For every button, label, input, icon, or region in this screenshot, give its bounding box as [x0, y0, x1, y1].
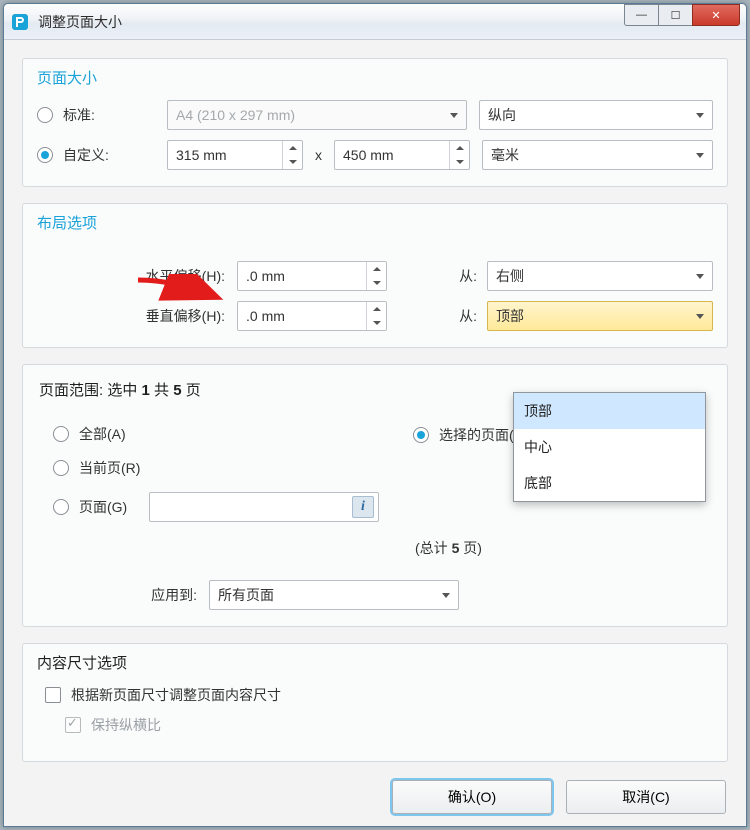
spin-up-icon[interactable] — [367, 262, 386, 276]
label-total-pages: (总计 5 页) — [415, 540, 482, 556]
label-h-offset: 水平偏移(H): — [37, 266, 237, 286]
select-orientation-value: 纵向 — [488, 105, 516, 125]
group-layout: 布局选项 水平偏移(H): .0 mm 从: 右侧 垂直偏移(H): .0 mm — [22, 203, 728, 348]
app-icon — [10, 12, 30, 32]
label-all-pages: 全部(A) — [79, 424, 126, 444]
select-unit[interactable]: 毫米 — [482, 140, 713, 170]
select-h-from-value: 右侧 — [496, 266, 524, 286]
spin-down-icon[interactable] — [367, 316, 386, 330]
label-keep-aspect: 保持纵横比 — [91, 715, 161, 735]
select-unit-value: 毫米 — [491, 145, 519, 165]
input-height[interactable]: 450 mm — [334, 140, 470, 170]
label-from-v: 从: — [387, 306, 487, 326]
select-orientation[interactable]: 纵向 — [479, 100, 713, 130]
label-standard: 标准: — [63, 105, 95, 125]
radio-pages[interactable] — [53, 499, 69, 515]
spin-down-icon[interactable] — [283, 155, 302, 169]
dropdown-item[interactable]: 顶部 — [514, 393, 705, 429]
input-h-offset[interactable]: .0 mm — [237, 261, 387, 291]
label-current-page: 当前页(R) — [79, 458, 140, 478]
dropdown-item[interactable]: 底部 — [514, 465, 705, 501]
input-v-offset[interactable]: .0 mm — [237, 301, 387, 331]
input-width-value: 315 mm — [176, 147, 227, 163]
select-v-from[interactable]: 顶部 — [487, 301, 713, 331]
chevron-down-icon — [696, 113, 704, 118]
input-h-offset-value: .0 mm — [246, 268, 285, 284]
label-v-offset: 垂直偏移(H): — [37, 306, 237, 326]
chevron-down-icon — [442, 593, 450, 598]
label-apply-to: 应用到: — [37, 585, 209, 605]
select-apply-to[interactable]: 所有页面 — [209, 580, 459, 610]
maximize-button[interactable]: ☐ — [658, 4, 692, 26]
radio-custom[interactable] — [37, 147, 53, 163]
checkbox-keep-aspect — [65, 717, 81, 733]
radio-selected-pages[interactable] — [413, 427, 429, 443]
group-page-size: 页面大小 标准: A4 (210 x 297 mm) 纵向 — [22, 58, 728, 187]
spin-up-icon[interactable] — [450, 141, 469, 155]
label-custom: 自定义: — [63, 145, 109, 165]
label-resize-content: 根据新页面尺寸调整页面内容尺寸 — [71, 685, 281, 705]
label-x: x — [315, 147, 322, 163]
chevron-down-icon — [450, 113, 458, 118]
select-h-from[interactable]: 右侧 — [487, 261, 713, 291]
group-title-layout: 布局选项 — [37, 212, 713, 233]
info-icon[interactable]: i — [352, 496, 374, 518]
select-apply-to-value: 所有页面 — [218, 585, 274, 605]
cancel-button[interactable]: 取消(C) — [566, 780, 726, 814]
minimize-button[interactable]: — — [624, 4, 658, 26]
dropdown-v-from: 顶部 中心 底部 — [513, 392, 706, 502]
label-pages: 页面(G) — [79, 497, 149, 517]
radio-all-pages[interactable] — [53, 426, 69, 442]
group-title-content-size: 内容尺寸选项 — [37, 652, 713, 673]
chevron-down-icon — [696, 153, 704, 158]
input-height-value: 450 mm — [343, 147, 394, 163]
dialog-buttons: 确认(O) 取消(C) — [4, 780, 746, 814]
ok-button[interactable]: 确认(O) — [392, 780, 552, 814]
radio-standard[interactable] — [37, 107, 53, 123]
group-content-size: 内容尺寸选项 根据新页面尺寸调整页面内容尺寸 保持纵横比 — [22, 643, 728, 762]
input-pages[interactable]: i — [149, 492, 379, 522]
dialog-content: 页面大小 标准: A4 (210 x 297 mm) 纵向 — [4, 40, 746, 826]
chevron-down-icon — [696, 274, 704, 279]
titlebar: 调整页面大小 — ☐ ✕ — [4, 4, 746, 40]
select-v-from-value: 顶部 — [496, 306, 524, 326]
select-page-preset[interactable]: A4 (210 x 297 mm) — [167, 100, 467, 130]
input-v-offset-value: .0 mm — [246, 308, 285, 324]
group-title-page-size: 页面大小 — [37, 67, 713, 88]
spin-up-icon[interactable] — [367, 302, 386, 316]
spin-down-icon[interactable] — [367, 276, 386, 290]
input-width[interactable]: 315 mm — [167, 140, 303, 170]
dropdown-item[interactable]: 中心 — [514, 429, 705, 465]
checkbox-resize-content[interactable] — [45, 687, 61, 703]
label-from-h: 从: — [387, 266, 487, 286]
spin-up-icon[interactable] — [283, 141, 302, 155]
radio-current-page[interactable] — [53, 460, 69, 476]
close-button[interactable]: ✕ — [692, 4, 740, 26]
window-controls: — ☐ ✕ — [624, 4, 740, 26]
select-page-preset-value: A4 (210 x 297 mm) — [176, 107, 295, 123]
chevron-down-icon — [696, 314, 704, 319]
spin-down-icon[interactable] — [450, 155, 469, 169]
dialog-window: 调整页面大小 — ☐ ✕ 页面大小 标准: A4 (210 x 297 mm) — [3, 3, 747, 827]
